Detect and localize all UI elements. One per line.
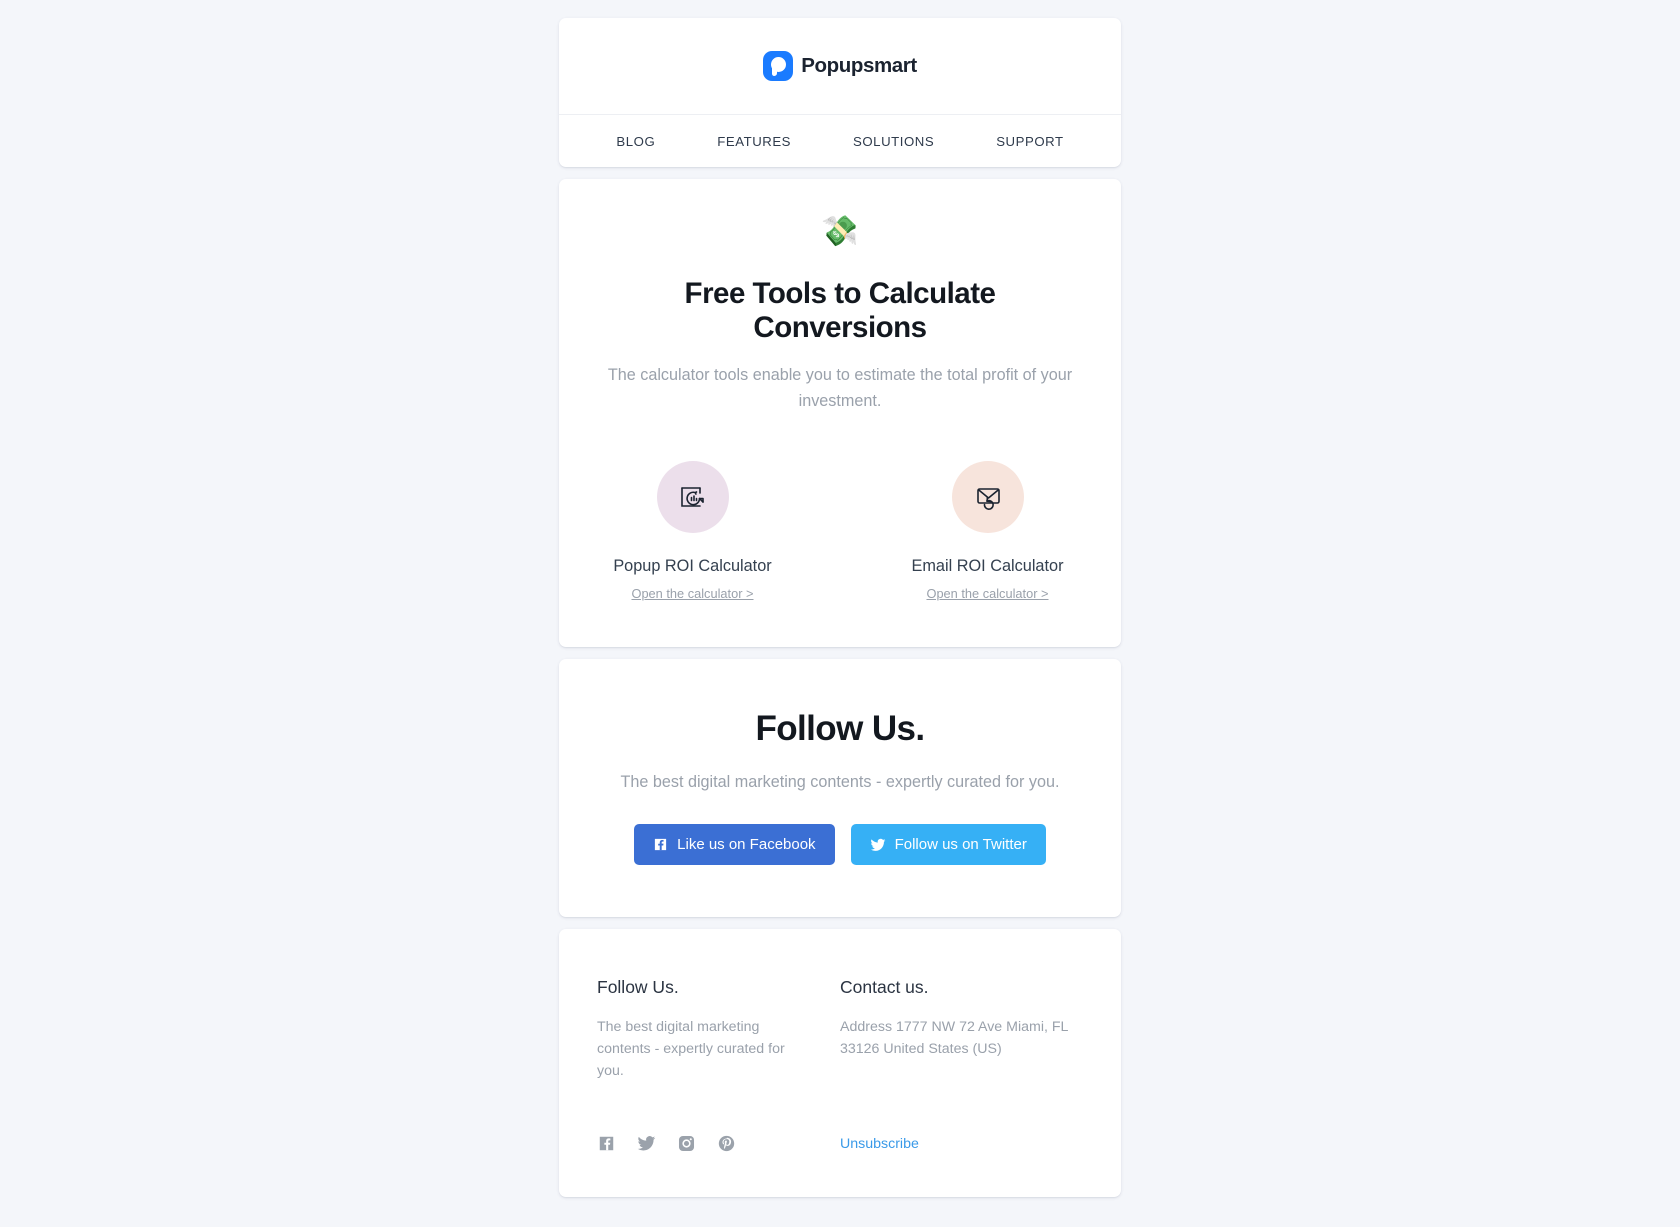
tool-email-roi[interactable]: Email ROI Calculator Open the calculator… xyxy=(905,461,1070,603)
footer-card: Follow Us. The best digital marketing co… xyxy=(559,929,1121,1198)
nav-item-features[interactable]: FEATURES xyxy=(686,134,822,149)
follow-us-card: Follow Us. The best digital marketing co… xyxy=(559,659,1121,918)
facebook-icon xyxy=(653,837,668,852)
nav-item-support[interactable]: SUPPORT xyxy=(965,134,1094,149)
tool-email-roi-link[interactable]: Open the calculator > xyxy=(926,586,1048,601)
tools-row: Popup ROI Calculator Open the calculator… xyxy=(605,461,1075,603)
twitter-icon xyxy=(870,837,886,853)
header-card: Popupsmart BLOG FEATURES SOLUTIONS SUPPO… xyxy=(559,18,1121,167)
tool-popup-roi-label: Popup ROI Calculator xyxy=(613,557,772,576)
follow-on-twitter-label: Follow us on Twitter xyxy=(894,836,1027,854)
follow-us-title: Follow Us. xyxy=(755,709,925,749)
footer-column-follow: Follow Us. The best digital marketing co… xyxy=(597,977,840,1082)
email-page: Popupsmart BLOG FEATURES SOLUTIONS SUPPO… xyxy=(0,0,1680,1227)
nav-item-solutions[interactable]: SOLUTIONS xyxy=(822,134,965,149)
footer-follow-text: The best digital marketing contents - ex… xyxy=(597,1019,785,1080)
facebook-icon[interactable] xyxy=(597,1134,616,1153)
social-buttons: Like us on Facebook Follow us on Twitter xyxy=(599,824,1081,866)
main-nav: BLOG FEATURES SOLUTIONS SUPPORT xyxy=(559,115,1121,167)
like-on-facebook-label: Like us on Facebook xyxy=(677,836,816,854)
follow-us-subtitle: The best digital marketing contents - ex… xyxy=(620,773,1060,792)
instagram-icon[interactable] xyxy=(677,1134,696,1153)
email-roi-icon xyxy=(951,461,1024,534)
footer-contact-heading: Contact us. xyxy=(840,977,929,998)
footer-contact-text: Address 1777 NW 72 Ave Miami, FL 33126 U… xyxy=(840,1019,1068,1058)
money-with-wings-icon: 💸 xyxy=(821,215,859,248)
footer-bottom: Unsubscribe xyxy=(597,1134,1083,1153)
twitter-icon[interactable] xyxy=(637,1134,656,1153)
brand-logo[interactable]: Popupsmart xyxy=(763,51,917,81)
unsubscribe-link[interactable]: Unsubscribe xyxy=(840,1136,1083,1152)
footer-column-contact: Contact us. Address 1777 NW 72 Ave Miami… xyxy=(840,977,1083,1082)
brand-name: Popupsmart xyxy=(801,54,917,77)
footer-social-icons xyxy=(597,1134,840,1153)
page-title: Free Tools to Calculate Conversions xyxy=(684,277,996,344)
footer-columns: Follow Us. The best digital marketing co… xyxy=(597,977,1083,1082)
popup-roi-icon xyxy=(656,461,729,534)
popupsmart-logo-icon xyxy=(763,51,794,81)
tool-popup-roi[interactable]: Popup ROI Calculator Open the calculator… xyxy=(610,461,775,603)
follow-on-twitter-button[interactable]: Follow us on Twitter xyxy=(850,824,1046,866)
nav-item-blog[interactable]: BLOG xyxy=(585,134,686,149)
tool-email-roi-label: Email ROI Calculator xyxy=(911,557,1064,576)
like-on-facebook-button[interactable]: Like us on Facebook xyxy=(634,824,835,866)
pinterest-icon[interactable] xyxy=(717,1134,736,1153)
page-subtitle: The calculator tools enable you to estim… xyxy=(607,366,1073,411)
logo-row: Popupsmart xyxy=(559,18,1121,115)
tools-card: 💸 Free Tools to Calculate Conversions Th… xyxy=(559,179,1121,648)
tool-popup-roi-link[interactable]: Open the calculator > xyxy=(631,586,753,601)
footer-follow-heading: Follow Us. xyxy=(597,977,679,998)
